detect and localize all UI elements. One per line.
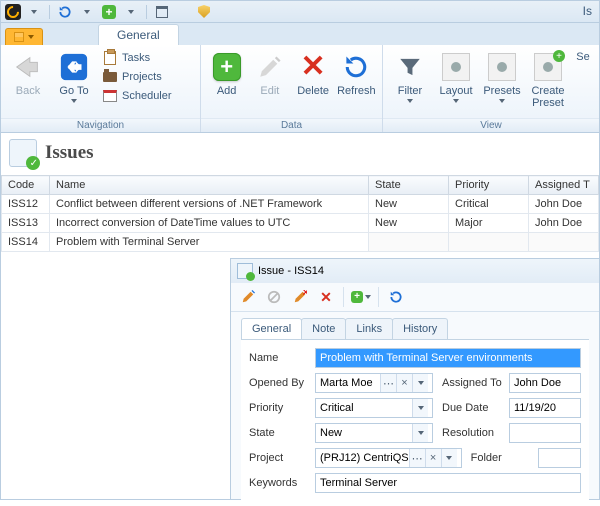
assigned-to-field[interactable]: John Doe: [509, 373, 581, 393]
priority-label: Priority: [249, 402, 311, 414]
goto-icon: [58, 51, 90, 83]
file-tab[interactable]: [5, 28, 43, 45]
settings-button[interactable]: Se: [573, 47, 593, 118]
keywords-label: Keywords: [249, 477, 311, 489]
app-logo[interactable]: [5, 4, 21, 20]
gear-icon: [442, 53, 470, 81]
qat-add-icon[interactable]: +: [100, 4, 118, 20]
col-assigned[interactable]: Assigned T: [529, 176, 599, 195]
issue-detail-panel: Issue - ISS14 ✕ ✕ + General Note Links H…: [230, 258, 599, 499]
due-date-label: Due Date: [437, 402, 505, 414]
qat-shield-icon[interactable]: [195, 4, 213, 20]
issue-icon: [237, 263, 253, 279]
qat-refresh-icon[interactable]: [56, 4, 74, 20]
qat-save-icon[interactable]: [153, 4, 171, 20]
qat-dropdown[interactable]: [25, 4, 43, 20]
goto-button[interactable]: Go To: [53, 47, 95, 118]
filter-button[interactable]: Filter: [389, 47, 431, 118]
qat-dropdown-2[interactable]: [78, 4, 96, 20]
col-priority[interactable]: Priority: [449, 176, 529, 195]
detail-tab-general[interactable]: General: [241, 318, 302, 339]
project-field[interactable]: (PRJ12) CentriQS⋯×: [315, 448, 462, 468]
svg-text:✕: ✕: [302, 290, 307, 298]
opened-by-field[interactable]: Marta Moe⋯×: [315, 373, 433, 393]
gear-plus-icon: +: [534, 53, 562, 81]
app-title: Is: [583, 4, 592, 18]
detail-tab-links[interactable]: Links: [345, 318, 393, 339]
x-icon: ✕: [297, 51, 329, 83]
edit-button: Edit: [250, 47, 289, 118]
priority-field[interactable]: Critical: [315, 398, 433, 418]
detail-title: Issue - ISS14: [258, 265, 324, 277]
presets-button[interactable]: Presets: [481, 47, 523, 118]
projects-icon: [103, 72, 117, 82]
refresh-button[interactable]: Refresh: [337, 47, 376, 118]
qat-dropdown-3[interactable]: [122, 4, 140, 20]
refresh-icon: [340, 51, 372, 83]
page-title: Issues: [45, 142, 94, 164]
layout-button[interactable]: Layout: [435, 47, 477, 118]
tool-add[interactable]: +: [350, 287, 372, 307]
group-data-label: Data: [201, 118, 382, 132]
col-code[interactable]: Code: [2, 176, 50, 195]
tab-general[interactable]: General: [98, 24, 179, 45]
group-view-label: View: [383, 118, 599, 132]
create-preset-button[interactable]: +CreatePreset: [527, 47, 569, 118]
back-button: Back: [7, 47, 49, 118]
keywords-field[interactable]: Terminal Server: [315, 473, 581, 493]
tool-delete[interactable]: ✕: [315, 287, 337, 307]
pencil-icon: [254, 51, 286, 83]
state-label: State: [249, 427, 311, 439]
group-navigation-label: Navigation: [1, 118, 200, 132]
detail-tab-note[interactable]: Note: [301, 318, 346, 339]
tool-cancel[interactable]: [263, 287, 285, 307]
add-button[interactable]: +Add: [207, 47, 246, 118]
state-field[interactable]: New: [315, 423, 433, 443]
project-label: Project: [249, 452, 311, 464]
table-row[interactable]: ISS12Conflict between different versions…: [2, 195, 599, 214]
tool-edit-x[interactable]: ✕: [289, 287, 311, 307]
assigned-to-label: Assigned To: [437, 377, 505, 389]
folder-label: Folder: [466, 452, 534, 464]
opened-by-label: Opened By: [249, 377, 311, 389]
tasks-icon: [104, 51, 116, 65]
resolution-field[interactable]: [509, 423, 581, 443]
issues-page-icon: [9, 139, 37, 167]
nav-tasks[interactable]: Tasks: [99, 49, 175, 67]
detail-tab-history[interactable]: History: [392, 318, 448, 339]
col-name[interactable]: Name: [50, 176, 369, 195]
plus-icon: +: [213, 53, 241, 81]
resolution-label: Resolution: [437, 427, 505, 439]
nav-projects[interactable]: Projects: [99, 68, 175, 86]
gear-icon: [488, 53, 516, 81]
folder-field[interactable]: [538, 448, 581, 468]
tool-refresh[interactable]: [385, 287, 407, 307]
name-label: Name: [249, 352, 311, 364]
issues-table[interactable]: Code Name State Priority Assigned T ISS1…: [1, 175, 599, 252]
col-state[interactable]: State: [369, 176, 449, 195]
delete-button[interactable]: ✕Delete: [294, 47, 333, 118]
tool-edit[interactable]: [237, 287, 259, 307]
table-row[interactable]: ISS14Problem with Terminal Server: [2, 233, 599, 252]
nav-scheduler[interactable]: Scheduler: [99, 87, 175, 105]
funnel-icon: [394, 51, 426, 83]
name-field[interactable]: Problem with Terminal Server environment…: [315, 348, 581, 368]
scheduler-icon: [103, 90, 117, 102]
due-date-field[interactable]: 11/19/20: [509, 398, 581, 418]
table-row[interactable]: ISS13Incorrect conversion of DateTime va…: [2, 214, 599, 233]
back-arrow-icon: [12, 51, 44, 83]
